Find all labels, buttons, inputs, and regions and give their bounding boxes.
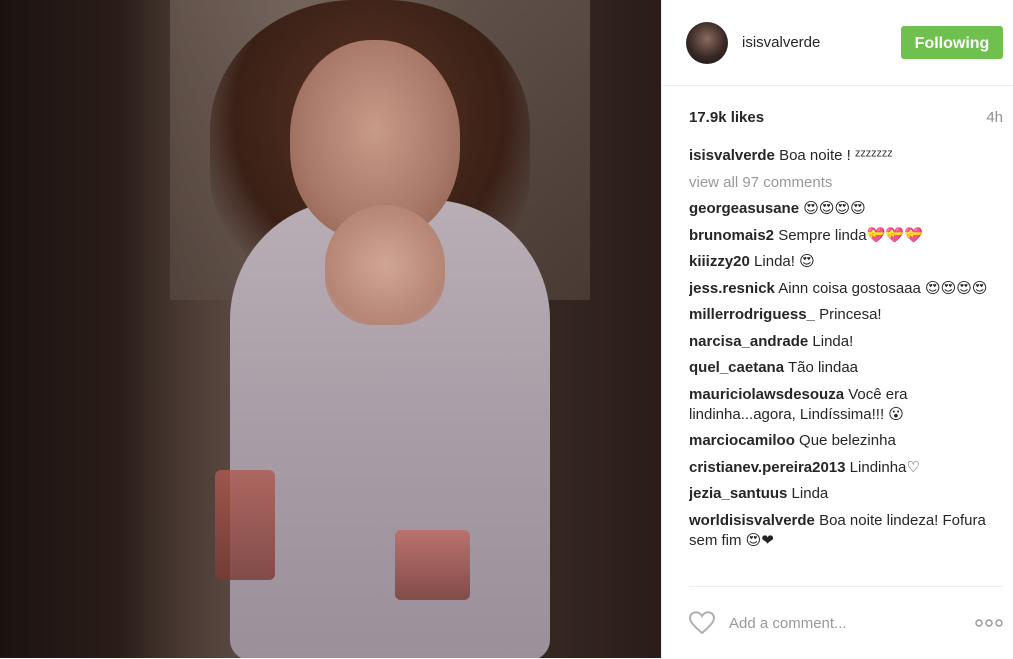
following-button[interactable]: Following (901, 26, 1003, 59)
likes-count[interactable]: 17.9k likes (689, 109, 764, 126)
caption: isisvalverde Boa noite ! ᶻᶻᶻᶻᶻᶻᶻ (689, 146, 1003, 166)
comment-user[interactable]: cristianev.pereira2013 (689, 459, 846, 476)
post-photo[interactable] (0, 0, 661, 658)
add-comment-input[interactable] (727, 613, 975, 633)
post-meta: 17.9k likes 4h (662, 109, 1013, 126)
comment-text: 😍😍😍😍 (803, 200, 866, 217)
post-timestamp[interactable]: 4h (986, 109, 1003, 126)
post-side-panel: isisvalverde Following 17.9k likes 4h is… (661, 0, 1013, 658)
comment-user[interactable]: kiiizzy20 (689, 253, 750, 270)
comment-user[interactable]: narcisa_andrade (689, 333, 808, 350)
more-options-icon[interactable] (975, 618, 1003, 628)
comment-text: Boa noite ! ᶻᶻᶻᶻᶻᶻᶻ (779, 147, 893, 164)
list-item: millerrodriguess_ Princesa! (689, 305, 1003, 325)
list-item: marciocamiloo Que belezinha (689, 431, 1003, 451)
comment-text: Lindinha♡ (849, 458, 920, 476)
comment-text: Tão lindaa (787, 359, 859, 376)
comment-footer (689, 586, 1003, 659)
comment-text: Sempre linda💝💝💝 (778, 226, 923, 244)
list-item: cristianev.pereira2013 Lindinha♡ (689, 458, 1003, 478)
comment-user[interactable]: jezia_santuus (689, 485, 787, 502)
list-item: jess.resnick Ainn coisa gostosaaa 😍😍😍😍 (689, 279, 1003, 299)
comment-user[interactable]: jess.resnick (689, 280, 775, 297)
list-item: narcisa_andrade Linda! (689, 332, 1003, 352)
instagram-post: isisvalverde Following 17.9k likes 4h is… (0, 0, 1013, 658)
post-header: isisvalverde Following (662, 0, 1013, 86)
comment-user[interactable]: quel_caetana (689, 359, 784, 376)
list-item: georgeasusane 😍😍😍😍 (689, 199, 1003, 219)
photo-chair-seat (395, 530, 470, 600)
comment-text: Linda (791, 485, 829, 502)
photo-chair (215, 470, 275, 580)
comment-text: Ainn coisa gostosaaa 😍😍😍😍 (778, 279, 988, 297)
comment-user[interactable]: mauriciolawsdesouza (689, 386, 844, 403)
comment-user[interactable]: brunomais2 (689, 227, 774, 244)
comment-user[interactable]: georgeasusane (689, 200, 799, 217)
comment-text: Linda! 😍 (754, 253, 815, 270)
comment-text: Linda! (812, 332, 854, 350)
list-item: kiiizzy20 Linda! 😍 (689, 252, 1003, 272)
comment-user[interactable]: millerrodriguess_ (689, 306, 815, 323)
photo-hands (325, 205, 445, 325)
comment-text: Princesa! (819, 306, 882, 323)
list-item: mauriciolawsdesouza Você era lindinha...… (689, 385, 1003, 425)
list-item: brunomais2 Sempre linda💝💝💝 (689, 226, 1003, 246)
comment-user[interactable]: worldisisvalverde (689, 512, 815, 529)
heart-icon[interactable] (689, 611, 715, 635)
header-username[interactable]: isisvalverde (742, 34, 901, 51)
list-item: jezia_santuus Linda (689, 484, 1003, 504)
comments-list[interactable]: isisvalverde Boa noite ! ᶻᶻᶻᶻᶻᶻᶻ view al… (689, 146, 1003, 586)
avatar[interactable] (686, 21, 728, 64)
list-item: worldisisvalverde Boa noite lindeza! Fof… (689, 511, 1003, 551)
view-all-comments-link[interactable]: view all 97 comments (689, 173, 1003, 193)
comment-user[interactable]: marciocamiloo (689, 432, 795, 449)
comment-text: Que belezinha (799, 432, 896, 449)
comment-user[interactable]: isisvalverde (689, 147, 775, 164)
list-item: quel_caetana Tão lindaa (689, 358, 1003, 378)
